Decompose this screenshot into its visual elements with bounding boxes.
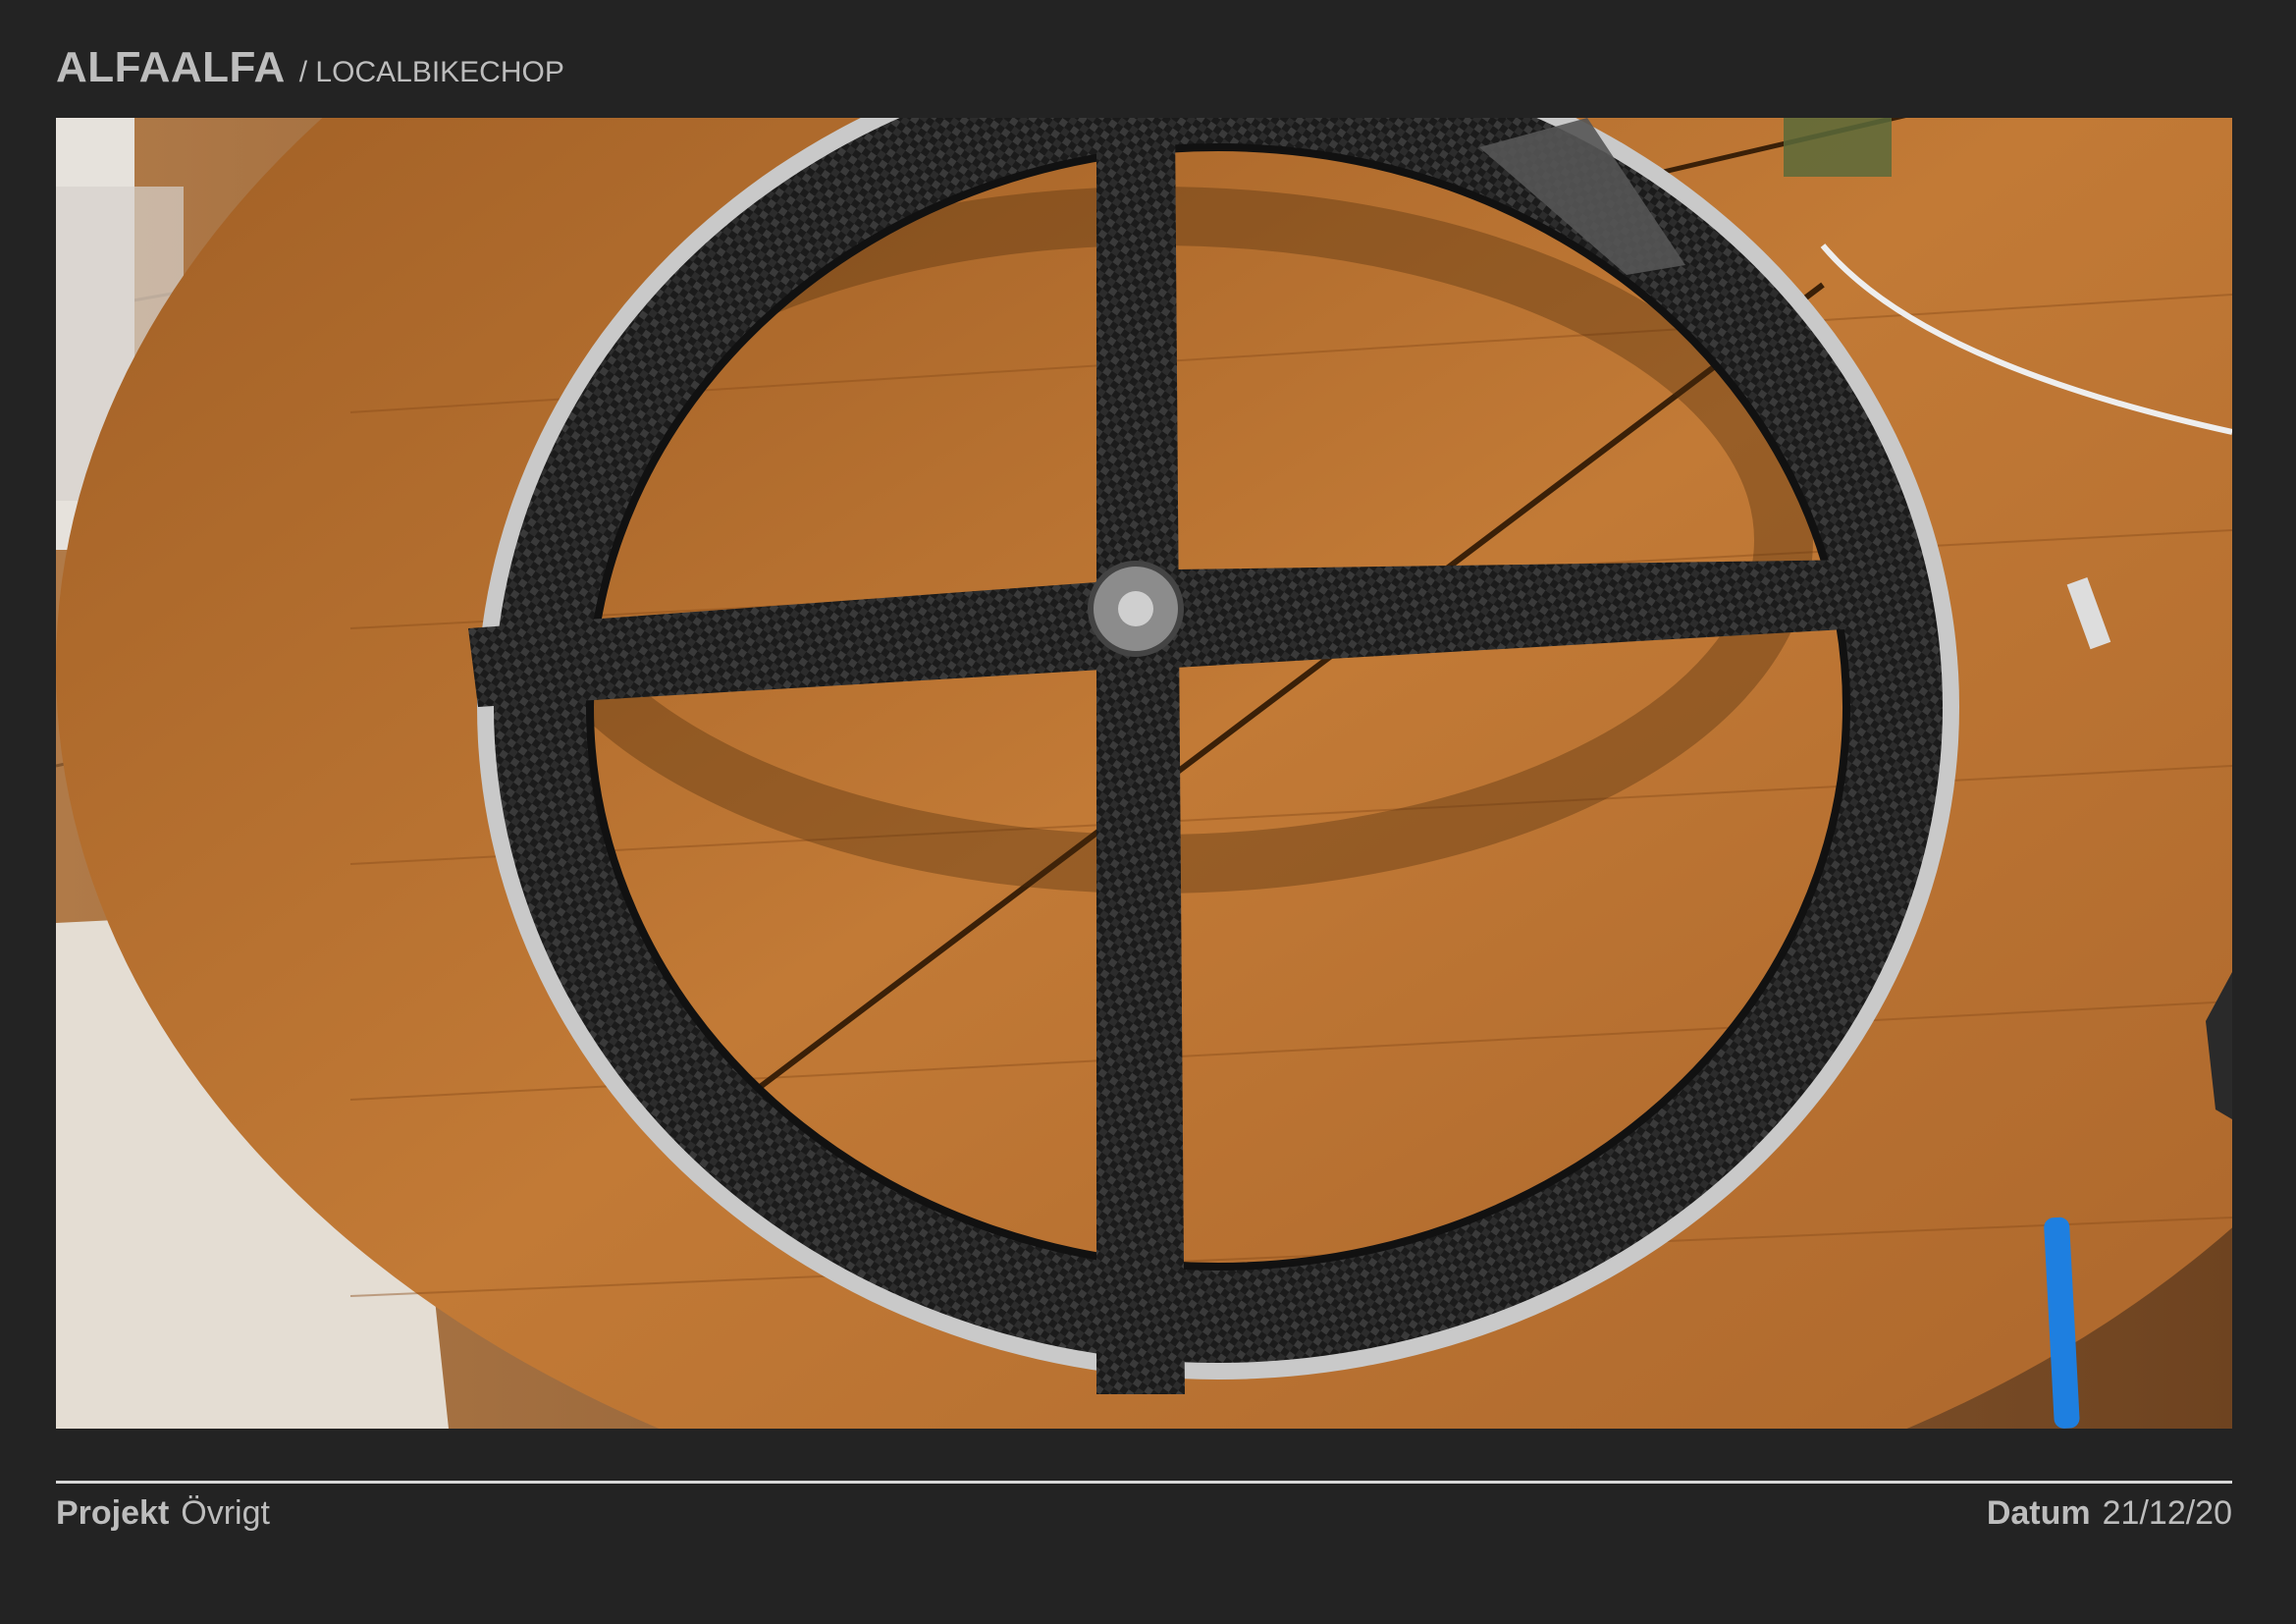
product-photo [56,118,2232,1429]
project-info: Projekt Övrigt [56,1494,270,1533]
wheel-illustration [56,118,2232,1429]
brand-name: ALFAALFA [56,43,286,91]
header: ALFAALFA / LOCALBIKECHOP [56,43,564,92]
date-value: 21/12/20 [2102,1494,2232,1532]
date-info: Datum 21/12/20 [1987,1494,2232,1533]
project-label: Projekt [56,1494,170,1532]
document-page: ALFAALFA / LOCALBIKECHOP Projekt Övrigt … [0,0,2296,1624]
date-label: Datum [1986,1494,2091,1532]
brand-subtitle: / LOCALBIKECHOP [298,56,564,88]
footer-divider [56,1481,2232,1484]
project-value: Övrigt [181,1494,270,1532]
